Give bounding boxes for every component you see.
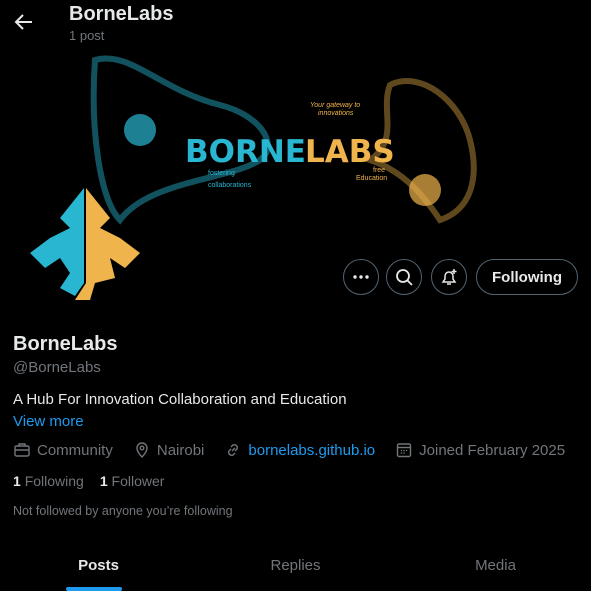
banner-tagline: Education xyxy=(356,175,387,182)
category: Community xyxy=(37,441,113,459)
post-count: 1 post xyxy=(69,28,105,43)
banner-tagline: free xyxy=(373,167,385,174)
follow-counts: 1 Following 1 Follower xyxy=(13,473,164,489)
search-button[interactable] xyxy=(386,259,422,295)
octopus-icon xyxy=(409,174,441,206)
tab-media[interactable]: Media xyxy=(397,557,591,574)
more-icon xyxy=(353,275,369,279)
header-title: BorneLabs xyxy=(69,3,174,25)
notifications-button[interactable] xyxy=(431,259,467,295)
website-link[interactable]: bornelabs.github.io xyxy=(248,442,375,459)
tab-replies[interactable]: Replies xyxy=(197,557,394,574)
banner-brand-right: LABS xyxy=(305,134,395,170)
avatar[interactable] xyxy=(20,178,150,308)
following-link[interactable]: 1 Following xyxy=(13,473,84,489)
profile-handle: @BorneLabs xyxy=(13,359,101,376)
banner-tagline: fostering xyxy=(208,170,235,177)
banner-tagline: collaborations xyxy=(208,182,252,189)
tab-posts[interactable]: Posts xyxy=(0,557,197,574)
location: Nairobi xyxy=(156,441,205,459)
back-arrow-icon[interactable] xyxy=(12,10,36,34)
active-tab-indicator xyxy=(66,587,122,591)
location-icon xyxy=(136,442,148,458)
followers-link[interactable]: 1 Follower xyxy=(100,473,165,489)
profile-bio: A Hub For Innovation Collaboration and E… xyxy=(13,391,347,408)
octopus-icon xyxy=(124,114,156,146)
bell-plus-icon xyxy=(441,269,457,285)
profile-meta: Community Nairobi bornelabs.github.io Jo… xyxy=(13,441,565,459)
banner-tagline: innovations xyxy=(318,110,354,117)
following-button[interactable]: Following xyxy=(476,259,578,295)
link-icon xyxy=(228,444,239,456)
followed-by-note: Not followed by anyone you’re following xyxy=(13,504,233,518)
briefcase-icon xyxy=(14,443,30,457)
view-more-link[interactable]: View more xyxy=(13,413,84,430)
banner-brand-left: BORNE xyxy=(185,134,306,170)
banner-tagline: Your gateway to xyxy=(310,102,360,109)
more-options-button[interactable] xyxy=(343,259,379,295)
profile-name: BorneLabs xyxy=(13,333,118,355)
search-icon xyxy=(396,269,413,286)
calendar-icon xyxy=(396,443,412,458)
join-date: Joined February 2025 xyxy=(419,441,566,459)
